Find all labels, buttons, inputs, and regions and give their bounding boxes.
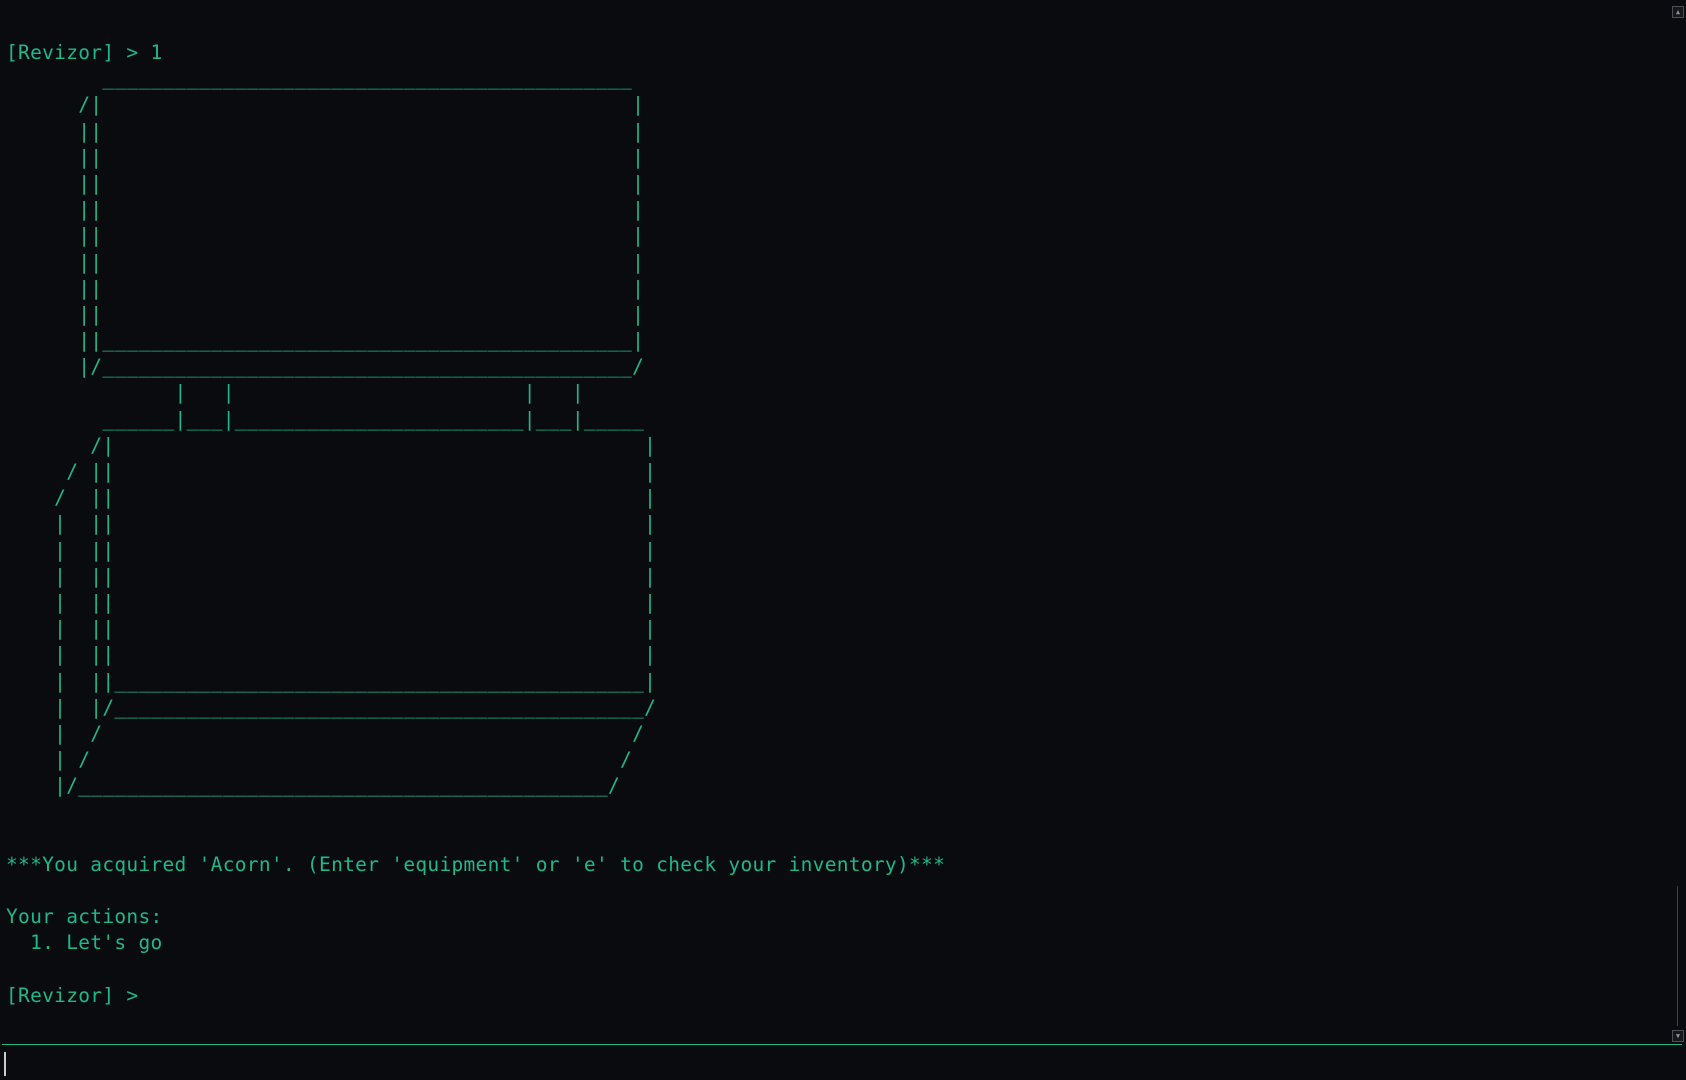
terminal-line: / || | xyxy=(6,460,657,483)
terminal-line: 1. Let's go xyxy=(6,931,163,955)
terminal-line: /| | xyxy=(6,93,645,117)
terminal-line: || | xyxy=(6,171,645,195)
terminal-line: | || | xyxy=(6,512,657,536)
terminal-line: || | xyxy=(6,224,645,248)
terminal-line: [Revizor] > 1 xyxy=(6,41,163,64)
terminal-line: ***You acquired 'Acorn'. (Enter 'equipme… xyxy=(6,852,946,876)
terminal-line: | ||____________________________________… xyxy=(6,669,657,693)
terminal-line: || | xyxy=(6,198,645,222)
terminal-line: |/______________________________________… xyxy=(6,355,645,379)
terminal-line: | || | xyxy=(6,564,657,588)
terminal-output: [Revizor] > 1 __________________________… xyxy=(6,40,945,1009)
terminal-line: | / / xyxy=(6,748,633,772)
terminal-line: | || | xyxy=(6,538,657,562)
terminal-line: ||______________________________________… xyxy=(6,329,645,353)
command-input-bar[interactable] xyxy=(0,1046,1686,1080)
terminal-line: / || | xyxy=(6,486,657,510)
terminal-line: | |/____________________________________… xyxy=(6,695,657,719)
terminal-line: | || | xyxy=(6,643,657,667)
terminal-line: || | xyxy=(6,145,645,169)
terminal-line: || | xyxy=(6,250,645,274)
scroll-thumb[interactable] xyxy=(1677,886,1678,1026)
terminal-line: Your actions: xyxy=(6,905,163,929)
terminal-line: | | | | xyxy=(6,381,584,405)
terminal-line: [Revizor] > xyxy=(6,983,139,1007)
input-divider xyxy=(2,1044,1682,1045)
terminal-output-area: [Revizor] > 1 __________________________… xyxy=(0,0,1672,1042)
scroll-down-arrow-icon[interactable]: ▼ xyxy=(1672,1030,1684,1042)
terminal-line: ______|___|________________________|___|… xyxy=(6,407,645,431)
terminal-line: /| | xyxy=(6,433,657,457)
terminal-line: | || | xyxy=(6,590,657,614)
terminal-line: || | xyxy=(6,276,645,300)
terminal-line: | || | xyxy=(6,617,657,641)
vertical-scrollbar[interactable]: ▲ ▼ xyxy=(1672,6,1684,1042)
terminal-line: || | xyxy=(6,119,645,143)
scroll-up-arrow-icon[interactable]: ▲ xyxy=(1672,6,1684,18)
terminal-line: | / / xyxy=(6,721,645,745)
command-input[interactable] xyxy=(6,1048,1666,1076)
text-cursor xyxy=(4,1052,6,1076)
terminal-line: |/______________________________________… xyxy=(6,774,621,798)
terminal-line: ________________________________________… xyxy=(6,67,633,91)
terminal-line: || | xyxy=(6,302,645,326)
